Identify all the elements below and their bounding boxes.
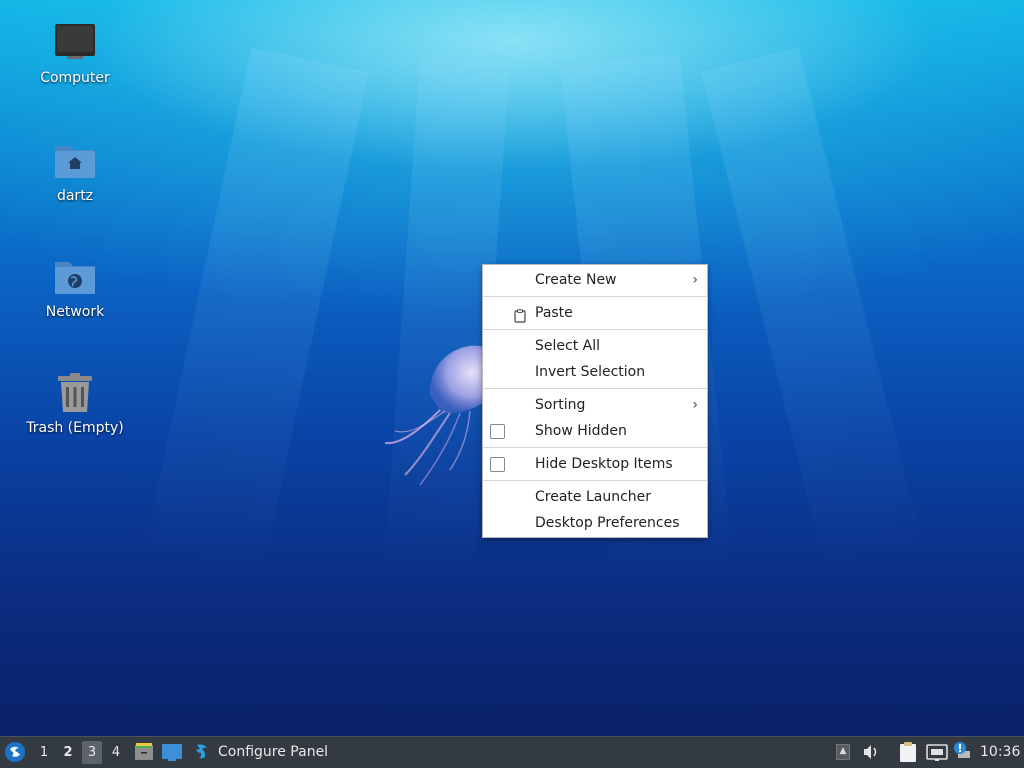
- menu-separator: [483, 447, 707, 448]
- network-folder-icon: [53, 256, 97, 300]
- workspace-4[interactable]: 4: [106, 737, 126, 768]
- menu-item-label: Sorting: [535, 397, 586, 413]
- chevron-right-icon: ›: [692, 397, 698, 413]
- taskbar: 1 2 3 4 Configure Panel ▲ 10:36: [0, 736, 1024, 768]
- desktop-icon-label: Network: [45, 304, 105, 320]
- clipboard-icon: [513, 306, 527, 323]
- network-wired-icon: [926, 744, 948, 761]
- menu-item-hide-desktop-items[interactable]: Hide Desktop Items: [483, 451, 707, 477]
- light-ray: [701, 47, 925, 577]
- clock[interactable]: 10:36: [980, 737, 1024, 768]
- info-notification-icon: [954, 742, 970, 758]
- desktop-icon: [162, 744, 182, 761]
- menu-separator: [483, 296, 707, 297]
- desktop-icon-home-folder[interactable]: dartz: [20, 140, 130, 204]
- menu-item-paste[interactable]: Paste: [483, 300, 707, 326]
- menu-item-create-new[interactable]: Create New ›: [483, 267, 707, 293]
- lxqt-config-icon: [196, 744, 207, 759]
- light-ray: [143, 47, 369, 582]
- menu-item-label: Desktop Preferences: [535, 515, 680, 531]
- menu-item-show-hidden[interactable]: Show Hidden: [483, 418, 707, 444]
- menu-item-label: Show Hidden: [535, 423, 627, 439]
- speaker-icon: [864, 745, 877, 759]
- computer-icon: [53, 22, 97, 66]
- menu-item-label: Hide Desktop Items: [535, 456, 673, 472]
- menu-item-label: Create Launcher: [535, 489, 652, 505]
- volume-control[interactable]: [862, 737, 882, 768]
- workspace-3[interactable]: 3: [82, 741, 102, 764]
- update-notifier[interactable]: [952, 737, 972, 768]
- start-menu-button[interactable]: [4, 737, 28, 768]
- menu-separator: [483, 480, 707, 481]
- menu-item-label: Create New: [535, 272, 617, 288]
- desktop-icon-trash[interactable]: Trash (Empty): [20, 372, 130, 436]
- menu-item-label: Paste: [535, 305, 573, 321]
- workspace-2[interactable]: 2: [58, 737, 78, 768]
- desktop-icon-label: dartz: [56, 188, 94, 204]
- menu-separator: [483, 388, 707, 389]
- desktop-icon-label: Computer: [40, 70, 110, 86]
- desktop-icon-label: Trash (Empty): [26, 420, 124, 436]
- file-manager-icon: [135, 743, 153, 760]
- workspace-1[interactable]: 1: [34, 737, 54, 768]
- menu-item-label: Invert Selection: [535, 364, 646, 380]
- show-hidden-checkbox[interactable]: [490, 424, 505, 439]
- home-folder-icon: [53, 140, 97, 184]
- trash-icon: [53, 372, 97, 416]
- network-tray[interactable]: [926, 737, 950, 768]
- clipboard-manager-icon: [900, 742, 916, 762]
- file-manager-launcher[interactable]: [134, 737, 156, 768]
- menu-item-select-all[interactable]: Select All: [483, 333, 707, 359]
- clipboard-tray[interactable]: [898, 737, 920, 768]
- show-desktop-button[interactable]: [162, 737, 184, 768]
- menu-item-label: Select All: [535, 338, 600, 354]
- menu-separator: [483, 329, 707, 330]
- tray-expand-button[interactable]: ▲: [836, 737, 852, 768]
- task-configure-panel[interactable]: Configure Panel: [192, 737, 342, 768]
- desktop-background[interactable]: Computer dartz Network Trash (Empty) Cre…: [0, 0, 1024, 736]
- menu-item-create-launcher[interactable]: Create Launcher: [483, 484, 707, 510]
- menu-item-sorting[interactable]: Sorting ›: [483, 392, 707, 418]
- desktop-context-menu: Create New › Paste Select All Invert Sel…: [482, 264, 708, 538]
- chevron-up-icon: ▲: [836, 744, 850, 760]
- lubuntu-logo-icon: [5, 742, 25, 762]
- desktop-icon-network[interactable]: Network: [20, 256, 130, 320]
- task-label: Configure Panel: [218, 744, 329, 760]
- menu-item-desktop-preferences[interactable]: Desktop Preferences: [483, 510, 707, 536]
- chevron-right-icon: ›: [692, 272, 698, 288]
- desktop-icon-computer[interactable]: Computer: [20, 22, 130, 86]
- menu-item-invert-selection[interactable]: Invert Selection: [483, 359, 707, 385]
- hide-desktop-items-checkbox[interactable]: [490, 457, 505, 472]
